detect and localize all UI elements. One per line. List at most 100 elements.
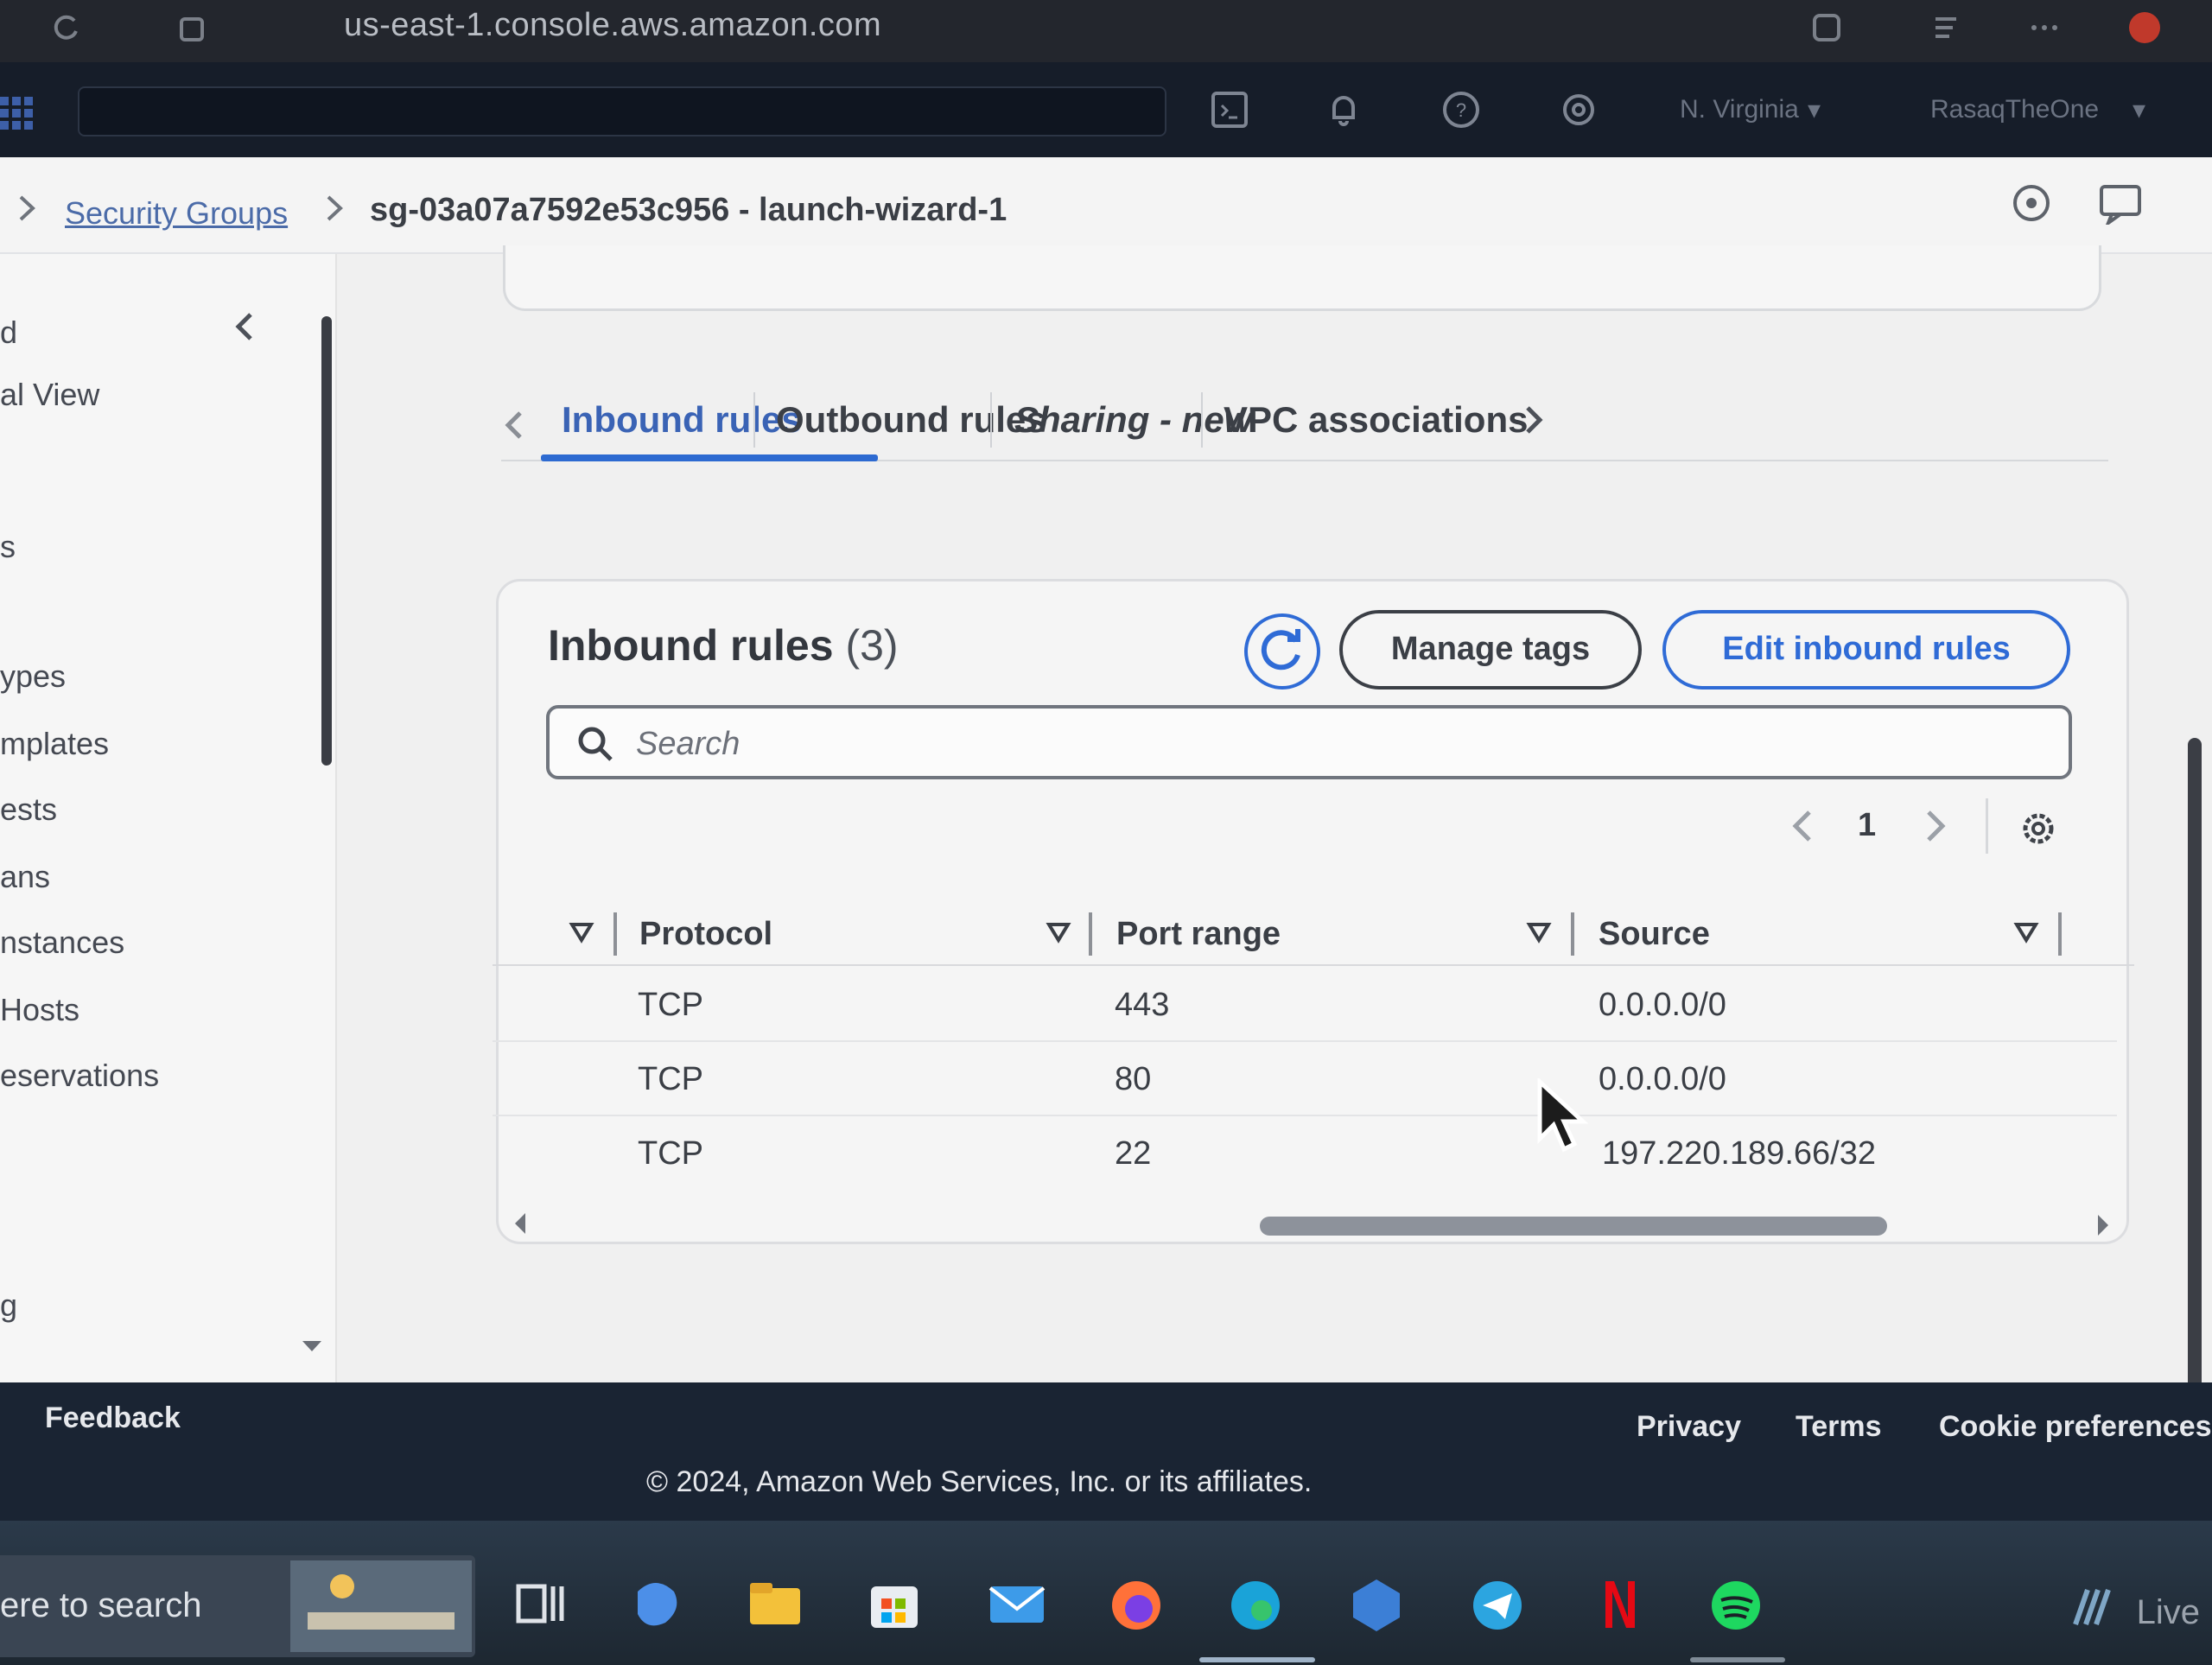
running-app-indicator	[1690, 1657, 1785, 1662]
taskbar-search-placeholder: ere to search	[0, 1586, 202, 1624]
console-footer: Feedback Privacy Terms Cookie preference…	[0, 1382, 2212, 1521]
tab-inbound-rules[interactable]: Inbound rules	[562, 399, 802, 441]
sidebar-item-spot-requests[interactable]: ests	[0, 791, 57, 828]
column-resizer[interactable]	[1089, 912, 1092, 956]
next-page-icon[interactable]	[1918, 807, 1953, 845]
preferences-gear-icon[interactable]	[2017, 807, 2060, 850]
sidebar-scrollbar[interactable]	[321, 316, 332, 766]
region-selector[interactable]: N. Virginia	[1680, 95, 1799, 124]
netflix-icon[interactable]	[1586, 1574, 1647, 1635]
refresh-icon	[1261, 629, 1300, 670]
task-view-icon[interactable]	[510, 1574, 570, 1635]
sort-icon[interactable]	[2013, 919, 2039, 945]
bing-icon[interactable]	[1346, 1574, 1407, 1635]
chevron-right-icon	[19, 195, 35, 221]
scroll-right-icon[interactable]	[2094, 1213, 2112, 1237]
tab-outbound-rules[interactable]: Outbound rules	[776, 399, 1046, 441]
current-page[interactable]: 1	[1858, 807, 1876, 844]
table-row[interactable]: TCP 80 0.0.0.0/0	[493, 1042, 2117, 1116]
manage-tags-button[interactable]: Manage tags	[1339, 610, 1642, 690]
column-resizer[interactable]	[1571, 912, 1574, 956]
column-resizer[interactable]	[2058, 912, 2062, 956]
footer-copyright: © 2024, Amazon Web Services, Inc. or its…	[646, 1465, 1313, 1498]
refresh-button[interactable]	[1244, 613, 1320, 690]
svg-text:?: ?	[1456, 99, 1466, 121]
sidebar-item-savings-plans[interactable]: ans	[0, 859, 50, 895]
sidebar-nav: d al View s ypes mplates ests ans nstanc…	[0, 254, 337, 1382]
sidebar-item-global-view[interactable]: al View	[0, 377, 99, 413]
more-icon[interactable]	[2025, 9, 2063, 47]
pager-divider	[1986, 798, 1988, 854]
column-header-protocol[interactable]: Protocol	[639, 916, 772, 953]
profile-icon[interactable]	[2126, 9, 2164, 47]
store-icon[interactable]	[864, 1574, 925, 1635]
cell-source: 0.0.0.0/0	[1599, 1061, 1726, 1097]
feedback-icon[interactable]	[2096, 181, 2145, 225]
tab-sharing[interactable]: Sharing - new	[1014, 399, 1252, 441]
sidebar-item-instance-types[interactable]: ypes	[0, 658, 66, 695]
sidebar-item-dedicated-hosts[interactable]: Hosts	[0, 992, 79, 1028]
sidebar-item-s[interactable]: s	[0, 529, 16, 565]
column-resizer[interactable]	[613, 912, 617, 956]
footer-terms-link[interactable]: Terms	[1796, 1410, 1882, 1444]
column-header-port-range[interactable]: Port range	[1116, 916, 1281, 953]
table-row[interactable]: TCP 22 197.220.189.66/32	[493, 1116, 2117, 1191]
footer-privacy-link[interactable]: Privacy	[1637, 1410, 1741, 1444]
table-horizontal-scrollbar[interactable]	[1260, 1217, 1887, 1236]
table-header: Protocol Port range Source	[493, 904, 2134, 966]
browser-bar: us-east-1.console.aws.amazon.com	[0, 0, 2212, 62]
favorites-icon[interactable]	[1927, 9, 1965, 47]
sidebar-item-capacity-reservations[interactable]: eservations	[0, 1058, 159, 1094]
breadcrumb-security-groups[interactable]: Security Groups	[65, 195, 288, 232]
panel-title: Inbound rules (3)	[548, 620, 899, 670]
extensions-icon[interactable]	[1808, 9, 1846, 47]
scroll-left-icon[interactable]	[512, 1211, 529, 1236]
table-row[interactable]: TCP 443 0.0.0.0/0	[493, 968, 2117, 1042]
mail-icon[interactable]	[987, 1574, 1047, 1635]
sort-icon[interactable]	[1526, 919, 1552, 945]
spotify-icon[interactable]	[1706, 1574, 1766, 1635]
sidebar-item-reserved-instances[interactable]: nstances	[0, 925, 124, 961]
windows-taskbar: ere to search Live	[0, 1521, 2212, 1665]
rules-search-input[interactable]: Search	[546, 705, 2072, 779]
extension-icon[interactable]	[173, 9, 211, 47]
sidebar-item-g[interactable]: g	[0, 1287, 17, 1324]
tab-scroll-left-icon[interactable]	[501, 408, 527, 442]
footer-cookie-preferences-link[interactable]: Cookie preferences	[1939, 1410, 2212, 1444]
sort-icon[interactable]	[1046, 919, 1071, 945]
sidebar-item-launch-templates[interactable]: mplates	[0, 726, 109, 762]
cloudshell-icon[interactable]	[1208, 88, 1251, 131]
taskbar-search-box[interactable]: ere to search	[0, 1555, 475, 1657]
breadcrumb-current: sg-03a07a7592e53c956 - launch-wizard-1	[370, 192, 1007, 228]
sort-icon[interactable]	[569, 919, 594, 945]
column-header-source[interactable]: Source	[1599, 916, 1710, 953]
previous-page-icon[interactable]	[1785, 807, 1820, 845]
help-icon[interactable]: ?	[1440, 88, 1483, 131]
tab-scroll-right-icon[interactable]	[1521, 403, 1547, 437]
info-icon[interactable]	[2010, 181, 2053, 225]
address-bar[interactable]: us-east-1.console.aws.amazon.com	[344, 7, 881, 44]
weather-widget-icon[interactable]	[2069, 1581, 2120, 1633]
edit-inbound-rules-button[interactable]: Edit inbound rules	[1662, 610, 2070, 690]
firefox-icon[interactable]	[1106, 1574, 1166, 1635]
active-tab-indicator	[541, 454, 878, 461]
edge-icon[interactable]	[1225, 1574, 1286, 1635]
services-menu-icon[interactable]	[0, 97, 35, 131]
scroll-down-icon[interactable]	[301, 1338, 323, 1355]
telegram-icon[interactable]	[1467, 1574, 1528, 1635]
account-menu[interactable]: RasaqTheOne	[1930, 95, 2099, 124]
tab-vpc-associations[interactable]: VPC associations	[1224, 399, 1528, 441]
settings-icon[interactable]	[1557, 88, 1600, 131]
reload-icon[interactable]	[47, 9, 85, 47]
sidebar-item-partial[interactable]: d	[0, 315, 17, 351]
search-highlight-image	[290, 1560, 472, 1652]
copilot-icon[interactable]	[626, 1574, 686, 1635]
notifications-icon[interactable]	[1322, 88, 1365, 131]
footer-feedback-link[interactable]: Feedback	[45, 1401, 181, 1435]
file-explorer-icon[interactable]	[745, 1574, 805, 1635]
collapse-sidebar-icon[interactable]	[232, 309, 257, 344]
cell-source: 197.220.189.66/32	[1602, 1135, 1876, 1172]
global-search-input[interactable]	[78, 86, 1166, 137]
chevron-down-icon: ▾	[1808, 96, 1821, 124]
widget-live-label[interactable]: Live	[2137, 1593, 2200, 1632]
